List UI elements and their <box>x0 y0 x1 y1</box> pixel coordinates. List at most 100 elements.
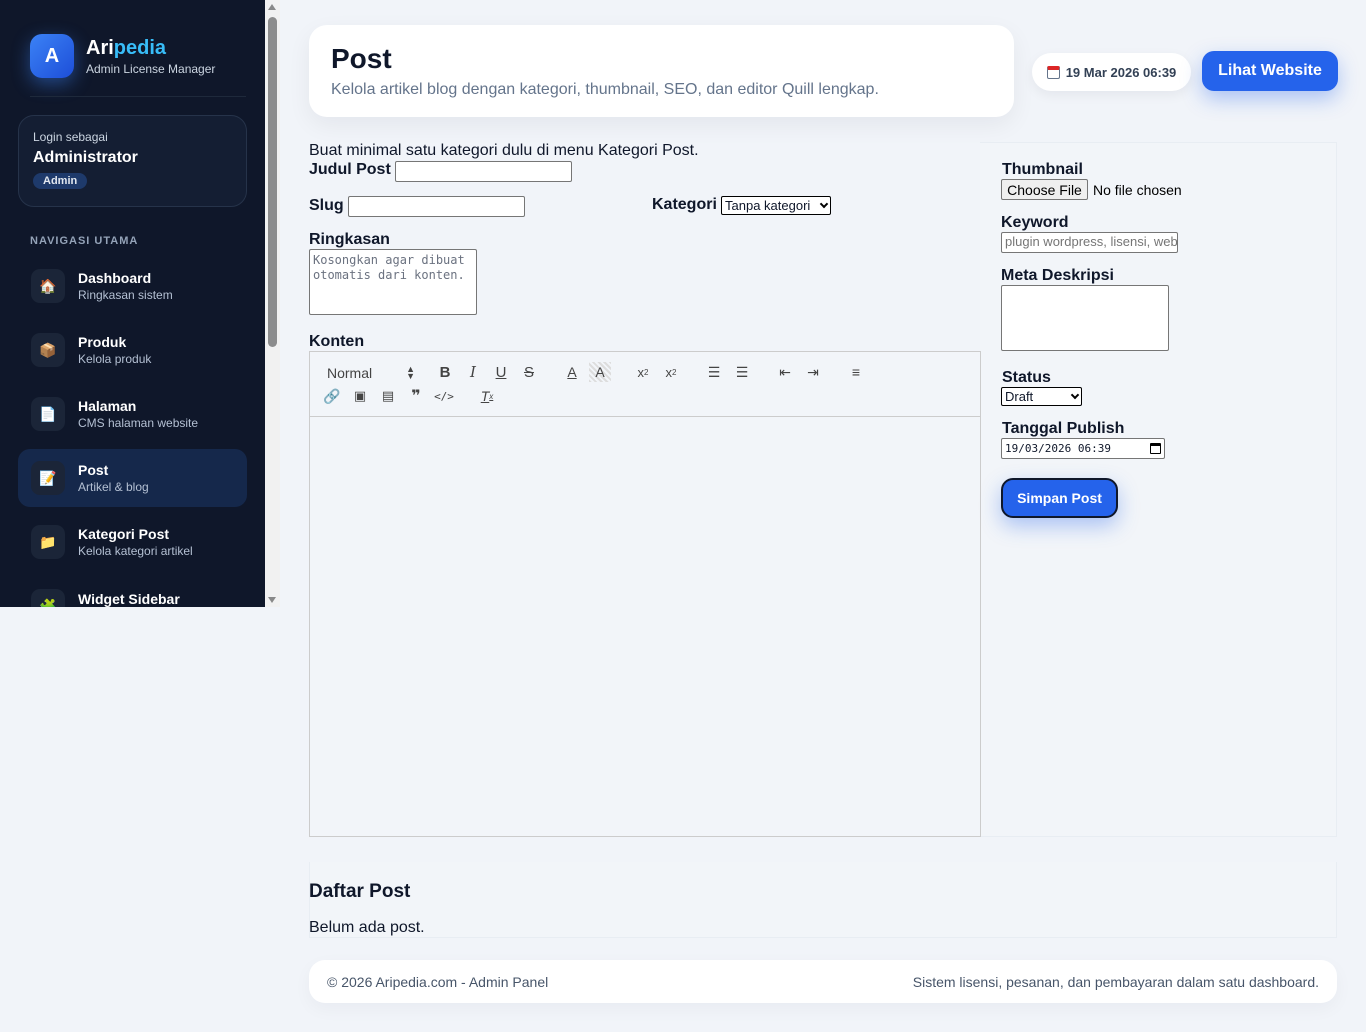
sidebar-item-sub: CMS halaman website <box>78 416 199 430</box>
meta-description-textarea[interactable] <box>1001 285 1169 351</box>
background-color-icon[interactable]: A <box>589 362 611 382</box>
memo-icon: 📝 <box>31 461 65 495</box>
scroll-down-icon[interactable] <box>268 597 276 603</box>
underline-icon[interactable]: U <box>490 362 512 382</box>
slug-input[interactable] <box>348 196 525 217</box>
bullet-list-icon[interactable]: ☰ <box>731 362 753 382</box>
login-name: Administrator <box>33 149 138 166</box>
package-icon: 📦 <box>31 333 65 367</box>
home-icon: 🏠 <box>31 269 65 303</box>
sidebar-item-post[interactable]: 📝 Post Artikel & blog <box>18 449 247 507</box>
link-icon[interactable]: 🔗 <box>321 386 343 406</box>
sidebar-scrollbar[interactable] <box>265 0 280 607</box>
nav-heading: NAVIGASI UTAMA <box>30 235 139 247</box>
brand-logo: A <box>30 34 74 78</box>
calendar-icon[interactable] <box>1150 443 1161 454</box>
italic-icon[interactable]: I <box>462 362 484 382</box>
summary-textarea[interactable]: Kosongkan agar dibuat otomatis dari kont… <box>309 249 477 315</box>
format-selected: Normal <box>327 365 373 381</box>
brand-name: Aripedia <box>86 36 215 60</box>
text-color-icon[interactable]: A <box>561 362 583 382</box>
publish-date-input[interactable]: 19/03/2026 06:39 <box>1001 438 1165 459</box>
login-card: Login sebagai Administrator Admin <box>18 115 247 207</box>
updown-icon: ▲ ▼ <box>406 364 415 381</box>
scroll-up-icon[interactable] <box>268 4 276 10</box>
indent-icon[interactable]: ⇥ <box>802 362 824 382</box>
file-status: No file chosen <box>1093 182 1182 198</box>
role-badge: Admin <box>33 173 88 189</box>
brand[interactable]: A Aripedia Admin License Manager <box>30 34 215 78</box>
post-list-empty: Belum ada post. <box>309 919 425 936</box>
status-selected: Draft <box>1005 389 1034 404</box>
page-header: Post Kelola artikel blog dengan kategori… <box>309 25 1014 117</box>
editor-toolbar: Normal ▲ ▼ B I U S A A x2 x2 ☰ ☰ ⇤ ⇥ ≡ 🔗 … <box>310 352 980 417</box>
page-title: Post <box>331 43 392 74</box>
folder-icon: 📁 <box>31 525 65 559</box>
save-post-button[interactable]: Simpan Post <box>1001 478 1118 518</box>
sidebar-item-label: Dashboard <box>78 270 152 286</box>
view-website-button[interactable]: Lihat Website <box>1202 51 1338 91</box>
format-select[interactable]: Normal ▲ ▼ <box>327 362 415 384</box>
choose-file-button[interactable]: Choose File <box>1001 179 1088 200</box>
brand-subtitle: Admin License Manager <box>86 62 216 76</box>
align-icon[interactable]: ≡ <box>845 362 867 382</box>
category-select[interactable]: Tanpa kategori <box>721 196 831 215</box>
bold-icon[interactable]: B <box>434 362 456 382</box>
image-icon[interactable]: ▣ <box>349 386 371 406</box>
page-description: Kelola artikel blog dengan kategori, thu… <box>331 81 879 98</box>
content-editor: Normal ▲ ▼ B I U S A A x2 x2 ☰ ☰ ⇤ ⇥ ≡ 🔗 … <box>309 351 981 837</box>
sidebar-item-label: Widget Sidebar <box>78 591 180 607</box>
keyword-label: Keyword <box>1001 214 1069 231</box>
summary-label: Ringkasan <box>309 231 390 248</box>
sidebar-item-halaman[interactable]: 📄 Halaman CMS halaman website <box>18 385 247 443</box>
footer-copyright: © 2026 Aripedia.com - Admin Panel <box>327 973 549 990</box>
slug-label: Slug <box>309 197 344 214</box>
ordered-list-icon[interactable]: ☰ <box>703 362 725 382</box>
thumbnail-label: Thumbnail <box>1002 161 1083 178</box>
sidebar-item-dashboard[interactable]: 🏠 Dashboard Ringkasan sistem <box>18 257 247 315</box>
calendar-icon <box>1046 65 1060 79</box>
footer-tagline: Sistem lisensi, pesanan, dan pembayaran … <box>912 973 1319 990</box>
category-label: Kategori <box>652 196 717 213</box>
blockquote-icon[interactable]: ❞ <box>405 386 427 406</box>
chevron-down-icon <box>1070 390 1080 399</box>
content-label: Konten <box>309 333 365 350</box>
outdent-icon[interactable]: ⇤ <box>774 362 796 382</box>
video-icon[interactable]: ▤ <box>377 386 399 406</box>
post-list-card <box>309 862 1337 938</box>
clear-format-icon[interactable]: Tx <box>476 386 498 406</box>
title-input[interactable] <box>395 161 572 182</box>
superscript-icon[interactable]: x2 <box>660 362 682 382</box>
brand-name-part2: pedia <box>113 37 167 59</box>
sidebar-item-label: Kategori Post <box>78 526 170 542</box>
scrollbar-thumb[interactable] <box>268 17 277 347</box>
sidebar-item-widget-sidebar[interactable]: 🧩 Widget Sidebar <box>18 577 247 607</box>
publish-date-label: Tanggal Publish <box>1002 420 1125 437</box>
brand-name-part1: Ari <box>86 37 114 59</box>
brand-divider <box>30 96 246 97</box>
strike-icon[interactable]: S <box>518 362 540 382</box>
chevron-down-icon <box>819 199 829 208</box>
login-label: Login sebagai <box>33 130 108 144</box>
sidebar-item-sub: Ringkasan sistem <box>78 288 173 302</box>
sidebar-item-kategori-post[interactable]: 📁 Kategori Post Kelola kategori artikel <box>18 513 247 571</box>
category-selected: Tanpa kategori <box>725 198 811 213</box>
sidebar-item-sub: Kelola kategori artikel <box>78 544 193 558</box>
editor-content-area[interactable] <box>310 418 980 836</box>
code-block-icon[interactable]: </> <box>433 386 455 406</box>
meta-description-label: Meta Deskripsi <box>1001 267 1114 284</box>
sidebar: A Aripedia Admin License Manager Login s… <box>0 0 265 607</box>
datetime-text: 19 Mar 2026 06:39 <box>1065 64 1177 80</box>
sidebar-item-sub: Kelola produk <box>78 352 152 366</box>
post-list-title: Daftar Post <box>309 881 411 902</box>
status-label: Status <box>1002 369 1051 386</box>
status-select[interactable]: Draft <box>1001 387 1082 406</box>
sidebar-item-label: Produk <box>78 334 127 350</box>
datetime-pill: 19 Mar 2026 06:39 <box>1032 53 1191 91</box>
keyword-input[interactable]: plugin wordpress, lisensi, web <box>1001 232 1178 253</box>
sidebar-item-sub: Artikel & blog <box>78 480 149 494</box>
subscript-icon[interactable]: x2 <box>632 362 654 382</box>
title-label: Judul Post <box>309 161 391 178</box>
sidebar-item-label: Post <box>78 462 109 478</box>
sidebar-item-produk[interactable]: 📦 Produk Kelola produk <box>18 321 247 379</box>
